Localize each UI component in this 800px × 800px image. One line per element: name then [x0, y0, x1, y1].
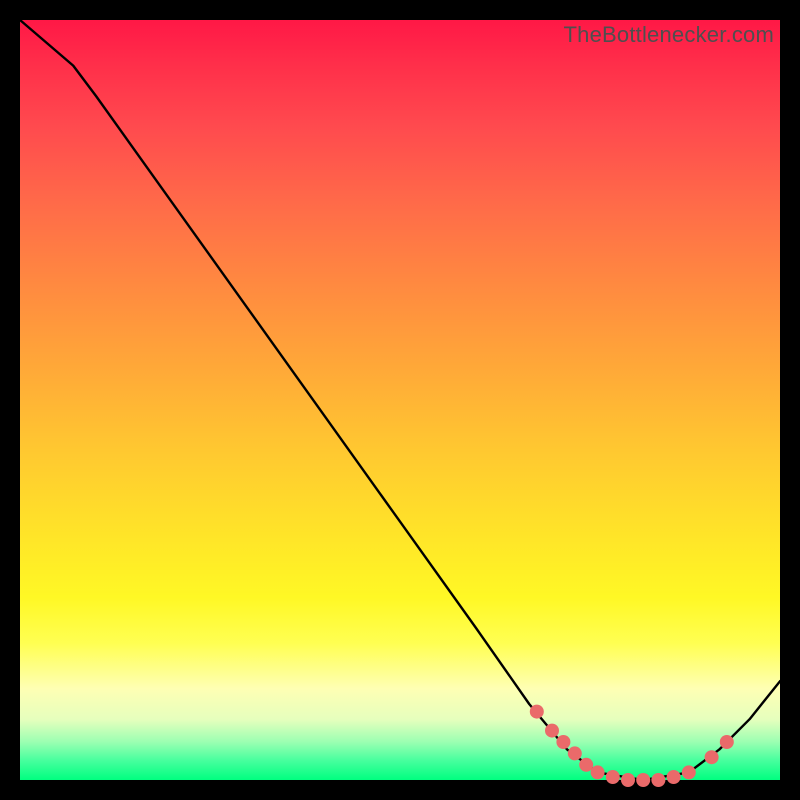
bottleneck-curve — [20, 20, 780, 780]
data-marker — [591, 765, 605, 779]
data-marker — [530, 705, 544, 719]
data-marker — [667, 770, 681, 784]
data-marker — [568, 746, 582, 760]
data-marker — [651, 773, 665, 787]
data-markers — [530, 705, 734, 787]
data-marker — [579, 758, 593, 772]
data-marker — [720, 735, 734, 749]
data-marker — [621, 773, 635, 787]
data-marker — [545, 724, 559, 738]
data-marker — [606, 770, 620, 784]
chart-svg — [20, 20, 780, 780]
data-marker — [705, 750, 719, 764]
data-marker — [556, 735, 570, 749]
data-marker — [636, 773, 650, 787]
chart-frame: TheBottlenecker.com — [20, 20, 780, 780]
data-marker — [682, 765, 696, 779]
